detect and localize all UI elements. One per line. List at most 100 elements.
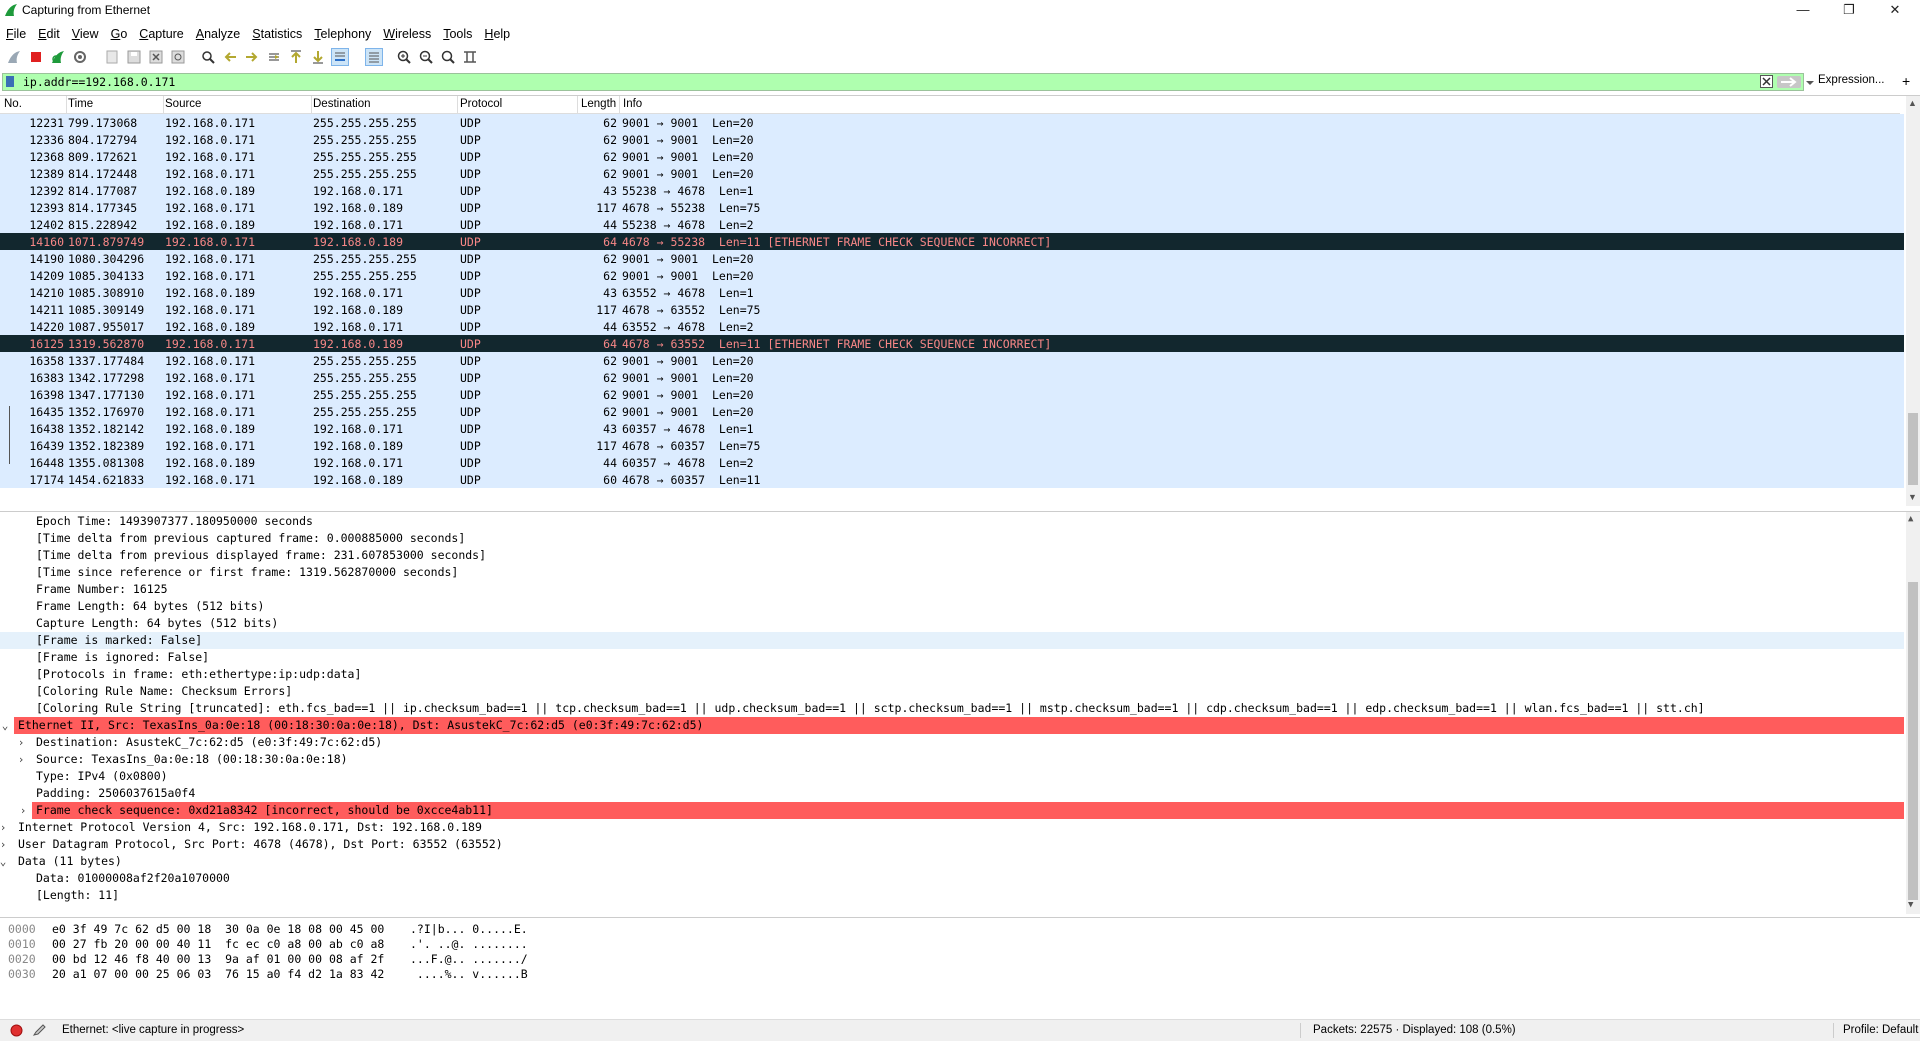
packet-row[interactable]: 17174 1454.621833 192.168.0.171 192.168.0.1… bbox=[0, 471, 1904, 488]
column-length[interactable]: Length bbox=[581, 98, 616, 110]
byte-row[interactable]: 0010 00 27 fb 20 00 00 40 11 fc ec c0 a8 … bbox=[0, 937, 600, 952]
packet-row[interactable]: 16438 1352.182142 192.168.0.189 192.168.0.1… bbox=[0, 420, 1904, 437]
menu-wireless[interactable]: Wireless bbox=[377, 24, 437, 44]
scroll-up-icon[interactable]: ▲ bbox=[1908, 514, 1913, 524]
packet-row[interactable]: 12402 815.228942 192.168.0.189 192.168.0.17… bbox=[0, 216, 1904, 233]
close-icon[interactable]: ✕ bbox=[1872, 0, 1918, 21]
detail-tree-item[interactable]: [Coloring Rule String [truncated]: eth.f… bbox=[0, 700, 1904, 717]
column-destination[interactable]: Destination bbox=[313, 98, 371, 110]
scrollbar-thumb[interactable] bbox=[1908, 582, 1918, 900]
detail-tree-item[interactable]: Frame Number: 16125 bbox=[0, 581, 1904, 598]
detail-tree-item[interactable]: [Time delta from previous displayed fram… bbox=[0, 547, 1904, 564]
restart-capture-icon[interactable] bbox=[50, 49, 66, 65]
packet-row[interactable]: 12392 814.177087 192.168.0.189 192.168.0.17… bbox=[0, 182, 1904, 199]
menu-file[interactable]: File bbox=[0, 24, 32, 44]
chevron-right-icon[interactable]: › bbox=[0, 819, 8, 836]
menu-edit[interactable]: Edit bbox=[32, 24, 66, 44]
bookmark-icon[interactable] bbox=[6, 76, 14, 87]
menu-view[interactable]: View bbox=[66, 24, 105, 44]
save-file-icon[interactable] bbox=[126, 49, 142, 65]
packet-row[interactable]: 16448 1355.081308 192.168.0.189 192.168.0.1… bbox=[0, 454, 1904, 471]
detail-tree-item[interactable]: Capture Length: 64 bytes (512 bits) bbox=[0, 615, 1904, 632]
packet-row[interactable]: 14160 1071.879749 192.168.0.171 192.168.0.1… bbox=[0, 233, 1904, 250]
detail-tree-item[interactable]: [Time since reference or first frame: 13… bbox=[0, 564, 1904, 581]
shark-fin-start-icon[interactable] bbox=[6, 49, 22, 65]
zoom-in-icon[interactable] bbox=[396, 49, 412, 65]
packet-list-scrollbar[interactable]: ▲ ▼ bbox=[1906, 96, 1920, 506]
open-file-icon[interactable] bbox=[104, 49, 120, 65]
minimize-icon[interactable]: — bbox=[1780, 0, 1826, 21]
chevron-down-icon[interactable] bbox=[1803, 76, 1817, 89]
close-file-icon[interactable] bbox=[148, 49, 164, 65]
maximize-icon[interactable]: ❐ bbox=[1826, 0, 1872, 21]
packet-row[interactable]: 16398 1347.177130 192.168.0.171 255.255.255… bbox=[0, 386, 1904, 403]
resize-columns-icon[interactable] bbox=[462, 49, 478, 65]
detail-tree-item[interactable]: ⌄ Data (11 bytes) bbox=[0, 853, 1904, 870]
byte-row[interactable]: 0000 e0 3f 49 7c 62 d5 00 18 30 0a 0e 18 … bbox=[0, 922, 600, 937]
capture-comment-icon[interactable] bbox=[32, 1023, 46, 1037]
colorize-icon[interactable] bbox=[365, 48, 383, 66]
details-scrollbar[interactable]: ▲ ▼ bbox=[1906, 512, 1920, 914]
packet-row[interactable]: 16435 1352.176970 192.168.0.171 255.255.255… bbox=[0, 403, 1904, 420]
detail-tree-item[interactable]: Epoch Time: 1493907377.180950000 seconds bbox=[0, 513, 1904, 530]
menu-statistics[interactable]: Statistics bbox=[246, 24, 308, 44]
packet-row[interactable]: 16125 1319.562870 192.168.0.171 192.168.0.1… bbox=[0, 335, 1904, 352]
detail-tree-item[interactable]: [Protocols in frame: eth:ethertype:ip:ud… bbox=[0, 666, 1904, 683]
detail-tree-item[interactable]: [Time delta from previous captured frame… bbox=[0, 530, 1904, 547]
packet-row[interactable]: 14211 1085.309149 192.168.0.171 192.168.0.1… bbox=[0, 301, 1904, 318]
go-last-icon[interactable] bbox=[310, 49, 326, 65]
zoom-normal-icon[interactable] bbox=[440, 49, 456, 65]
capture-options-icon[interactable] bbox=[72, 49, 88, 65]
column-protocol[interactable]: Protocol bbox=[460, 98, 502, 110]
chevron-right-icon[interactable]: › bbox=[16, 751, 26, 768]
detail-tree-item[interactable]: Data: 01000008af2f20a1070000 bbox=[0, 870, 1904, 887]
packet-row[interactable]: 14209 1085.304133 192.168.0.171 255.255.255… bbox=[0, 267, 1904, 284]
detail-tree-item[interactable]: Frame Length: 64 bytes (512 bits) bbox=[0, 598, 1904, 615]
packet-row[interactable]: 12231 799.173068 192.168.0.171 255.255.255.… bbox=[0, 114, 1904, 131]
detail-tree-item[interactable]: Type: IPv4 (0x0800) bbox=[0, 768, 1904, 785]
packet-row[interactable]: 12336 804.172794 192.168.0.171 255.255.255.… bbox=[0, 131, 1904, 148]
detail-tree-item[interactable]: [Frame is ignored: False] bbox=[0, 649, 1904, 666]
menu-telephony[interactable]: Telephony bbox=[308, 24, 377, 44]
go-back-icon[interactable] bbox=[222, 49, 238, 65]
detail-tree-item[interactable]: Padding: 2506037615a0f4 bbox=[0, 785, 1904, 802]
scrollbar-thumb[interactable] bbox=[1908, 413, 1918, 485]
profile-text[interactable]: Profile: Default bbox=[1843, 1024, 1918, 1036]
go-first-icon[interactable] bbox=[288, 49, 304, 65]
column-time[interactable]: Time bbox=[68, 98, 93, 110]
packet-row[interactable]: 16358 1337.177484 192.168.0.171 255.255.255… bbox=[0, 352, 1904, 369]
column-divider[interactable] bbox=[311, 96, 312, 113]
detail-tree-item[interactable]: › User Datagram Protocol, Src Port: 4678 … bbox=[0, 836, 1904, 853]
chevron-right-icon[interactable]: › bbox=[16, 734, 26, 751]
menu-analyze[interactable]: Analyze bbox=[190, 24, 246, 44]
detail-tree-item[interactable]: › Frame check sequence: 0xd21a8342 [incor… bbox=[20, 802, 1904, 819]
find-packet-icon[interactable] bbox=[200, 49, 216, 65]
packet-row[interactable]: 16439 1352.182389 192.168.0.171 192.168.0.1… bbox=[0, 437, 1904, 454]
clear-filter-icon[interactable] bbox=[1760, 75, 1773, 88]
display-filter-input[interactable]: ip.addr==192.168.0.171 bbox=[2, 73, 1814, 91]
packet-row[interactable]: 16383 1342.177298 192.168.0.171 255.255.255… bbox=[0, 369, 1904, 386]
detail-tree-item[interactable]: › Internet Protocol Version 4, Src: 192.1… bbox=[0, 819, 1904, 836]
add-filter-button[interactable]: + bbox=[1902, 73, 1910, 89]
apply-filter-icon[interactable] bbox=[1777, 76, 1801, 88]
zoom-out-icon[interactable] bbox=[418, 49, 434, 65]
detail-tree-item[interactable]: ⌄ Ethernet II, Src: TexasIns_0a:0e:18 (00… bbox=[2, 717, 1904, 734]
stop-capture-icon[interactable] bbox=[28, 49, 44, 65]
packet-details[interactable]: Epoch Time: 1493907377.180950000 seconds… bbox=[0, 511, 1920, 914]
detail-tree-item[interactable]: [Length: 11] bbox=[0, 887, 1904, 904]
go-forward-icon[interactable] bbox=[244, 49, 260, 65]
column-divider[interactable] bbox=[619, 96, 620, 113]
packet-row[interactable]: 12368 809.172621 192.168.0.171 255.255.255.… bbox=[0, 148, 1904, 165]
scroll-down-icon[interactable]: ▼ bbox=[1908, 900, 1913, 910]
column-no[interactable]: No. bbox=[4, 98, 22, 110]
menu-help[interactable]: Help bbox=[478, 24, 516, 44]
expression-button[interactable]: Expression... bbox=[1818, 74, 1884, 86]
packet-row[interactable]: 14190 1080.304296 192.168.0.171 255.255.255… bbox=[0, 250, 1904, 267]
packet-row[interactable]: 14210 1085.308910 192.168.0.189 192.168.0.1… bbox=[0, 284, 1904, 301]
byte-row[interactable]: 0030 20 a1 07 00 00 25 06 03 76 15 a0 f4 … bbox=[0, 967, 600, 982]
column-divider[interactable] bbox=[66, 96, 67, 113]
column-divider[interactable] bbox=[577, 96, 578, 113]
chevron-down-icon[interactable]: ⌄ bbox=[0, 853, 8, 870]
detail-tree-item[interactable]: › Destination: AsustekC_7c:62:d5 (e0:3f:4… bbox=[0, 734, 1904, 751]
go-to-packet-icon[interactable] bbox=[266, 49, 282, 65]
